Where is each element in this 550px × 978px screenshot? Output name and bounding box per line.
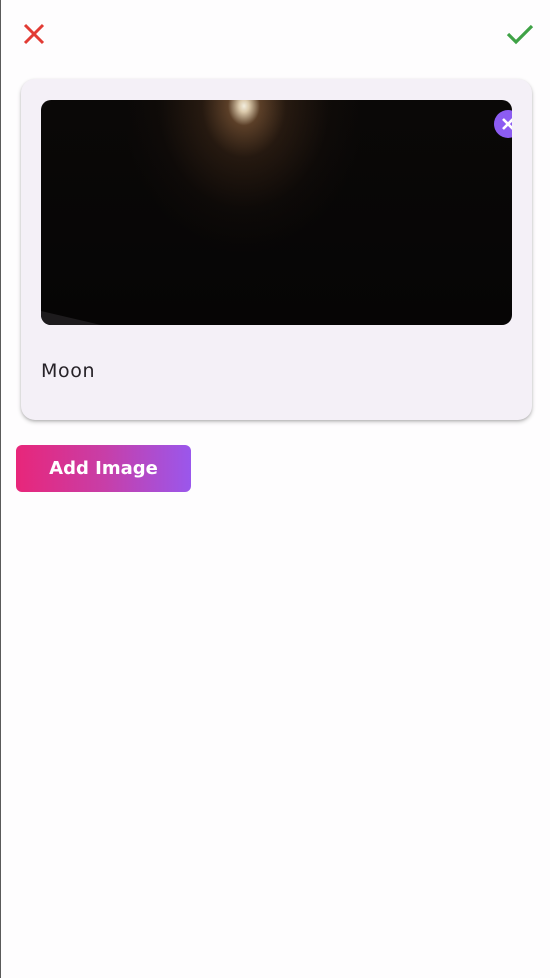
close-button[interactable] [14,14,54,54]
add-image-button[interactable]: Add Image [16,445,191,492]
image-card: Moon [21,79,532,420]
moon-photo [41,100,512,325]
remove-image-button[interactable] [494,110,512,138]
left-edge-divider [0,0,1,978]
image-caption: Moon [41,360,96,382]
check-icon [506,24,534,45]
close-circle-icon [502,118,512,130]
confirm-button[interactable] [500,14,540,54]
close-icon [23,23,45,45]
photo-corner-shadow [41,311,101,325]
